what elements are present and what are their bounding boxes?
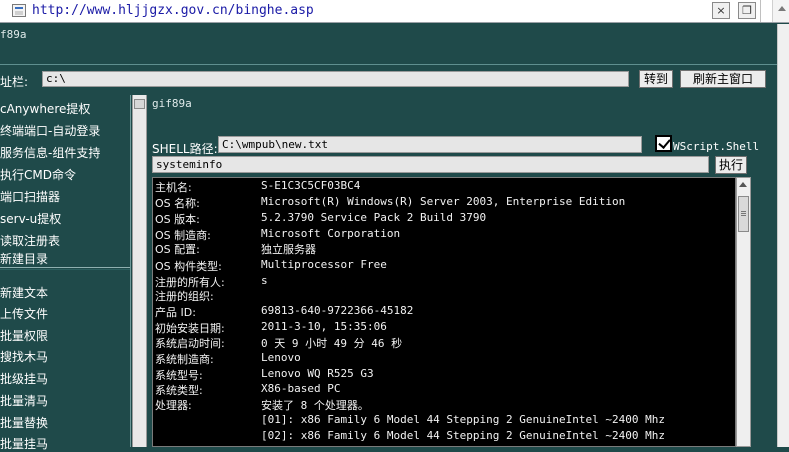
wscript-checkbox[interactable]: [655, 135, 672, 152]
sidebar-item[interactable]: 批量清马: [0, 392, 48, 409]
sidebar-item[interactable]: 批量替换: [0, 414, 48, 431]
sidebar-divider: [0, 267, 130, 268]
refresh-main-window-button[interactable]: 刷新主窗口: [680, 70, 766, 88]
sidebar-item[interactable]: serv-u提权: [0, 210, 61, 227]
shell-path-input[interactable]: C:\wmpub\new.txt: [218, 136, 642, 153]
path-input[interactable]: c:\: [42, 71, 629, 87]
page-icon: [12, 4, 26, 17]
output-scroll-thumb[interactable]: [738, 196, 749, 232]
command-output: 主机名: S-E1C3C5CF03BC4 OS 名称: Microsoft(R) W…: [152, 177, 736, 447]
output-scrollbar[interactable]: [736, 177, 751, 447]
wscript-label: WScript.Shell: [673, 140, 760, 153]
sidebar-item[interactable]: 批量挂马: [0, 435, 48, 452]
close-icon[interactable]: ×: [712, 2, 730, 19]
scroll-up-icon[interactable]: [772, 0, 789, 22]
go-button[interactable]: 转到: [639, 70, 673, 88]
page-title: f89a: [0, 28, 27, 41]
sidebar-item[interactable]: 搜找木马: [0, 348, 48, 365]
shell-path-label: SHELL路径:: [152, 142, 218, 156]
sidebar-item[interactable]: 上传文件: [0, 305, 48, 322]
path-label: 址栏:: [0, 75, 29, 89]
divider: [760, 0, 761, 22]
sidebar-menu: cAnywhere提权 终端端口-自动登录 服务信息-组件支持 执行CMD命令 …: [0, 95, 131, 451]
restore-icon[interactable]: ❐: [738, 2, 756, 19]
scroll-up-icon[interactable]: [739, 182, 747, 187]
sidebar-item[interactable]: cAnywhere提权: [0, 100, 90, 117]
browser-address-bar: http://www.hljjgzx.gov.cn/binghe.asp × ❐: [0, 0, 789, 23]
execute-button[interactable]: 执行: [715, 156, 747, 174]
sidebar-item[interactable]: 端口扫描器: [0, 188, 60, 205]
sidebar-item[interactable]: 新建目录: [0, 250, 48, 267]
page-header: f89a: [0, 24, 789, 66]
sidebar-item[interactable]: 批量权限: [0, 327, 48, 344]
command-input[interactable]: systeminfo: [152, 156, 709, 173]
scroll-thumb[interactable]: [134, 99, 145, 109]
frame-scrollbar[interactable]: [132, 95, 147, 447]
sidebar-item[interactable]: 批级挂马: [0, 370, 48, 387]
main-content: gif89a SHELL路径: C:\wmpub\new.txt WScript…: [147, 95, 777, 447]
sidebar-item[interactable]: 读取注册表: [0, 232, 60, 249]
sidebar-item[interactable]: 执行CMD命令: [0, 166, 76, 183]
sidebar-item[interactable]: 服务信息-组件支持: [0, 144, 100, 161]
header-divider: [0, 64, 777, 65]
sidebar-item[interactable]: 终端端口-自动登录: [0, 122, 100, 139]
gif-header: gif89a: [152, 97, 192, 110]
sidebar-item[interactable]: 新建文本: [0, 284, 48, 301]
address-url[interactable]: http://www.hljjgzx.gov.cn/binghe.asp: [32, 3, 314, 18]
sidebar-divider: [0, 269, 130, 270]
window-scrollbar[interactable]: [777, 24, 789, 447]
